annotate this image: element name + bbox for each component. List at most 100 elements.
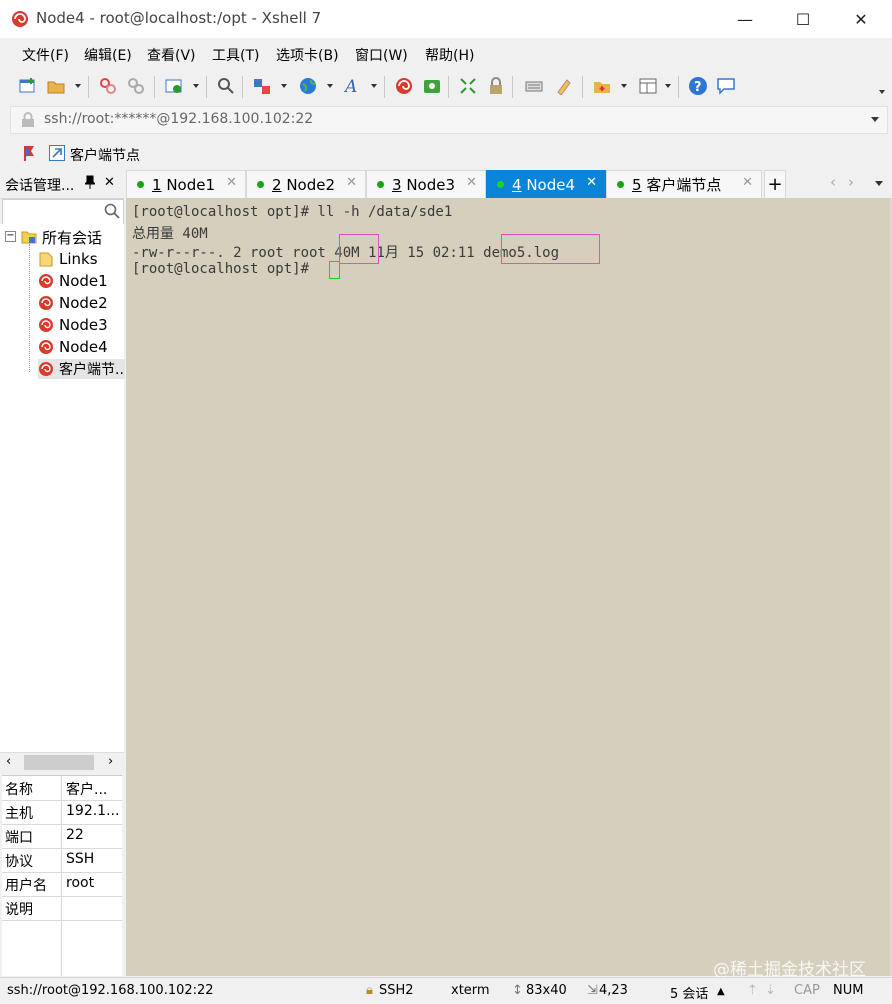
scroll-up-icon[interactable]: ⇡ [747, 983, 758, 998]
session-manager-title: 会话管理... [5, 178, 75, 194]
highlight-icon[interactable] [554, 76, 574, 96]
scroll-left-icon[interactable]: ‹ [6, 754, 11, 769]
folder-icon [21, 229, 37, 245]
maximize-button[interactable]: ☐ [774, 0, 832, 38]
new-folder-icon[interactable] [592, 76, 612, 96]
help-icon[interactable]: ? [688, 76, 708, 96]
menu-tools[interactable]: 工具(T) [212, 45, 259, 65]
session-tab-bar: 1 Node1 ✕ 2 Node2 ✕ 3 Node3 ✕ 4 Node4 ✕ … [126, 170, 892, 198]
layout-dropdown-icon[interactable] [665, 84, 671, 88]
menu-help[interactable]: 帮助(H) [425, 45, 474, 65]
tree-item-node1[interactable]: Node1 [38, 271, 108, 291]
xftp-icon[interactable] [422, 76, 442, 96]
new-folder-dropdown-icon[interactable] [621, 84, 627, 88]
menu-file[interactable]: 文件(F) [22, 45, 69, 65]
tree-item-node3[interactable]: Node3 [38, 315, 108, 335]
menu-tab[interactable]: 选项卡(B) [276, 45, 339, 65]
address-dropdown-icon[interactable] [871, 117, 879, 122]
tree-horizontal-scrollbar[interactable]: ‹ › [0, 752, 124, 773]
lock-icon [21, 112, 35, 132]
menu-edit[interactable]: 编辑(E) [84, 45, 132, 65]
close-tab-icon[interactable]: ✕ [466, 175, 477, 190]
scrollbar-thumb[interactable] [24, 755, 94, 770]
fullscreen-icon[interactable] [458, 76, 478, 96]
folder-icon [38, 251, 54, 267]
status-lock-icon: 🔒︎ [366, 983, 373, 998]
session-search-input[interactable] [2, 199, 124, 225]
font-icon[interactable]: A [344, 76, 364, 96]
properties-icon[interactable] [164, 76, 184, 96]
font-dropdown-icon[interactable] [371, 84, 377, 88]
close-tab-icon[interactable]: ✕ [226, 175, 237, 190]
collapse-toggle-icon[interactable]: − [5, 231, 16, 242]
title-bar: Node4 - root@localhost:/opt - Xshell 7 —… [0, 0, 892, 38]
chat-icon[interactable] [716, 76, 736, 96]
tree-item-links[interactable]: Links [38, 249, 98, 269]
tree-item-node4[interactable]: Node4 [38, 337, 108, 357]
close-tab-icon[interactable]: ✕ [586, 175, 597, 190]
lock-icon[interactable] [486, 76, 506, 96]
menu-window[interactable]: 窗口(W) [355, 45, 408, 65]
tree-item-node2[interactable]: Node2 [38, 293, 108, 313]
scroll-down-icon[interactable]: ⇣ [765, 983, 776, 998]
xshell-session-icon [38, 339, 54, 355]
status-size: 83x40 [526, 983, 567, 998]
xshell-app-icon [10, 9, 30, 33]
tree-item-client-node[interactable]: 客户端节... [38, 359, 125, 379]
status-bar: ssh://root@192.168.100.102:22 🔒︎ SSH2 xt… [0, 977, 892, 1004]
close-tab-icon[interactable]: ✕ [742, 175, 753, 190]
quick-link-client-node[interactable]: 客户端节点 [70, 145, 140, 165]
status-sessions[interactable]: 5 会话 [670, 983, 708, 1002]
keyboard-icon[interactable] [524, 76, 544, 96]
search-icon[interactable] [104, 203, 120, 223]
open-folder-icon[interactable] [46, 76, 66, 96]
add-tab-button[interactable]: + [764, 170, 786, 198]
svg-text:A: A [344, 77, 357, 95]
open-dropdown-icon[interactable] [75, 84, 81, 88]
globe-icon[interactable] [298, 76, 318, 96]
menu-view[interactable]: 查看(V) [147, 45, 196, 65]
terminal-output[interactable]: [root@localhost opt]# ll -h /data/sde1 总… [126, 198, 892, 976]
minimize-button[interactable]: — [716, 0, 774, 38]
tab-node3[interactable]: 3 Node3 ✕ [366, 170, 486, 198]
new-session-icon[interactable] [18, 76, 38, 96]
tree-root-all-sessions[interactable]: 所有会话 [21, 227, 102, 247]
property-row: 协议 SSH [2, 848, 122, 873]
scroll-right-icon[interactable]: › [108, 754, 113, 769]
transfer-dropdown-icon[interactable] [281, 84, 287, 88]
status-connection: ssh://root@192.168.100.102:22 [7, 983, 214, 998]
close-tab-icon[interactable]: ✕ [346, 175, 357, 190]
tab-scroll-left-icon[interactable]: ‹ [830, 173, 836, 191]
connected-status-icon [497, 181, 504, 188]
address-text[interactable]: ssh://root:******@192.168.100.102:22 [44, 111, 313, 127]
address-bar[interactable]: ssh://root:******@192.168.100.102:22 [10, 106, 888, 134]
close-panel-icon[interactable]: ✕ [104, 175, 115, 190]
status-terminal-type: xterm [451, 983, 490, 998]
toolbar: A ? [0, 68, 892, 104]
find-icon[interactable] [216, 76, 236, 96]
xshell-icon[interactable] [394, 76, 414, 96]
toolbar-overflow-icon[interactable] [879, 90, 885, 94]
status-capslock: CAP [794, 983, 820, 998]
tab-node1[interactable]: 1 Node1 ✕ [126, 170, 246, 198]
sessions-up-icon[interactable]: ▲ [717, 986, 725, 997]
tab-node2[interactable]: 2 Node2 ✕ [246, 170, 366, 198]
pin-icon[interactable] [83, 175, 97, 193]
size-icon: ↕ [512, 983, 523, 998]
tab-node4[interactable]: 4 Node4 ✕ [486, 170, 606, 198]
connected-status-icon [137, 181, 144, 188]
property-row: 名称 客户... [2, 776, 122, 801]
close-window-button[interactable]: ✕ [832, 0, 890, 38]
connected-status-icon [377, 181, 384, 188]
disconnect-icon[interactable] [98, 76, 118, 96]
transfer-icon[interactable] [252, 76, 272, 96]
globe-dropdown-icon[interactable] [327, 84, 333, 88]
properties-dropdown-icon[interactable] [193, 84, 199, 88]
tab-list-dropdown-icon[interactable] [875, 181, 883, 186]
bookmark-icon[interactable] [22, 145, 38, 165]
tab-scroll-right-icon[interactable]: › [848, 173, 854, 191]
tab-client-node[interactable]: 5 客户端节点 ✕ [606, 170, 762, 198]
property-row: 说明 [2, 896, 122, 921]
reconnect-icon[interactable] [126, 76, 146, 96]
layout-icon[interactable] [638, 76, 658, 96]
